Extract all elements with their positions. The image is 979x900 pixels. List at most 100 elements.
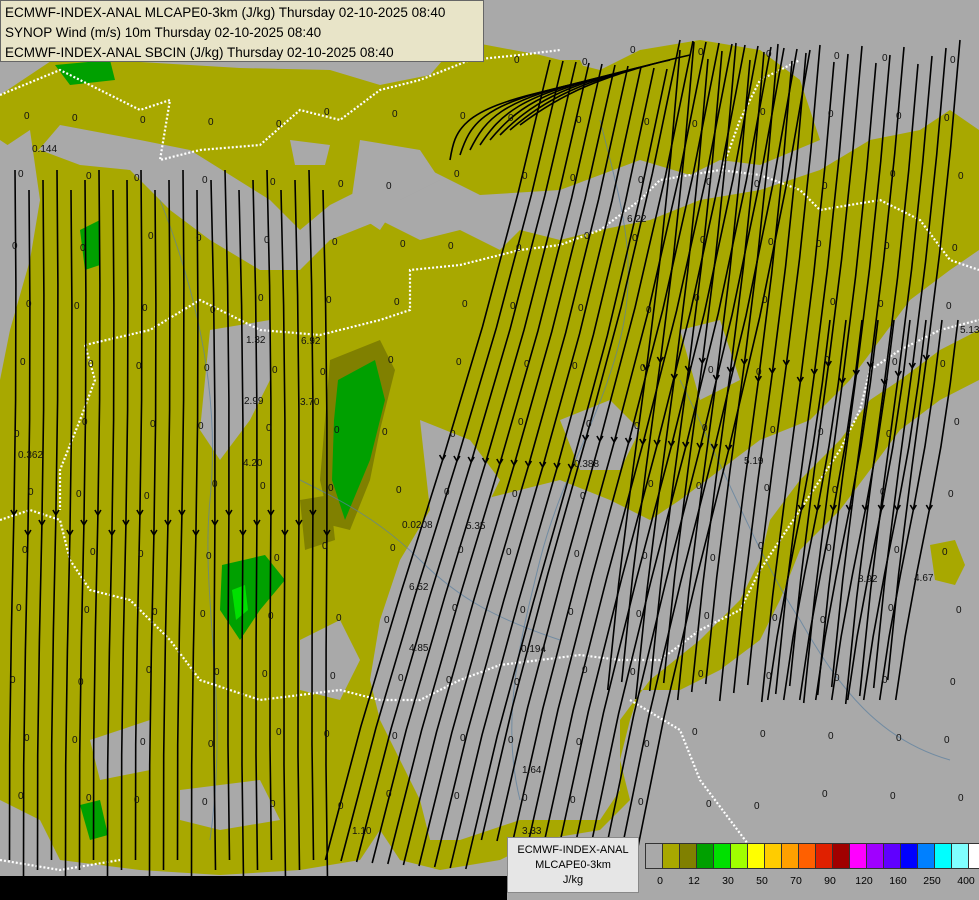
station-value-zero: 0 — [140, 737, 146, 748]
station-value-zero: 0 — [270, 799, 276, 810]
station-value: 4.85 — [409, 643, 429, 654]
legend-tick-label: 160 — [889, 875, 907, 887]
station-value-zero: 0 — [768, 237, 774, 248]
legend-swatch — [646, 844, 663, 868]
station-value-zero: 0 — [770, 425, 776, 436]
station-value-zero: 0 — [202, 175, 208, 186]
station-value-zero: 0 — [820, 615, 826, 626]
station-value-zero: 0 — [208, 739, 214, 750]
station-value-zero: 0 — [896, 111, 902, 122]
legend-tick-label: 50 — [756, 875, 768, 887]
title-line-cape: ECMWF-INDEX-ANAL MLCAPE0-3km (J/kg) Thur… — [5, 5, 446, 20]
station-value-zero: 0 — [950, 55, 956, 66]
station-value-zero: 0 — [646, 305, 652, 316]
legend-swatch — [901, 844, 918, 868]
station-value-zero: 0 — [834, 51, 840, 62]
station-value-zero: 0 — [206, 551, 212, 562]
station-value-zero: 0 — [24, 111, 30, 122]
station-value-zero: 0 — [648, 479, 654, 490]
station-value-zero: 0 — [76, 489, 82, 500]
station-value-zero: 0 — [754, 801, 760, 812]
legend-tick-label: 90 — [824, 875, 836, 887]
station-value-zero: 0 — [826, 543, 832, 554]
station-value-zero: 0 — [944, 735, 950, 746]
station-value-zero: 0 — [274, 553, 280, 564]
station-value-zero: 0 — [326, 295, 332, 306]
station-value-zero: 0 — [258, 293, 264, 304]
legend-tick-label: 70 — [790, 875, 802, 887]
station-value-zero: 0 — [324, 729, 330, 740]
legend-swatch — [714, 844, 731, 868]
station-value-zero: 0 — [760, 107, 766, 118]
station-value-zero: 0 — [446, 675, 452, 686]
station-value: 1.10 — [352, 826, 372, 837]
station-value-zero: 0 — [394, 297, 400, 308]
station-value-zero: 0 — [772, 613, 778, 624]
station-value-zero: 0 — [384, 615, 390, 626]
station-value-zero: 0 — [574, 549, 580, 560]
station-value-zero: 0 — [704, 611, 710, 622]
station-value-zero: 0 — [78, 677, 84, 688]
station-value-zero: 0 — [568, 607, 574, 618]
station-value-zero: 0 — [760, 729, 766, 740]
station-value-zero: 0 — [386, 181, 392, 192]
station-value-zero: 0 — [338, 801, 344, 812]
station-value-zero: 0 — [390, 543, 396, 554]
legend-swatch — [782, 844, 799, 868]
legend-swatch — [799, 844, 816, 868]
station-value-zero: 0 — [756, 367, 762, 378]
station-value-zero: 0 — [398, 673, 404, 684]
station-value-zero: 0 — [570, 173, 576, 184]
station-value-zero: 0 — [514, 55, 520, 66]
station-value-zero: 0 — [144, 491, 150, 502]
station-value-zero: 0 — [514, 677, 520, 688]
station-value-zero: 0 — [276, 727, 282, 738]
station-value-zero: 0 — [524, 359, 530, 370]
station-value-zero: 0 — [764, 483, 770, 494]
station-value-zero: 0 — [198, 421, 204, 432]
station-value-zero: 0 — [892, 357, 898, 368]
station-value-zero: 0 — [956, 605, 962, 616]
legend-swatch — [918, 844, 935, 868]
station-value-zero: 0 — [522, 793, 528, 804]
station-value-zero: 0 — [576, 115, 582, 126]
station-value-zero: 0 — [754, 179, 760, 190]
station-value-zero: 0 — [262, 669, 268, 680]
station-value-zero: 0 — [822, 789, 828, 800]
station-value-zero: 0 — [142, 303, 148, 314]
station-value-zero: 0 — [640, 363, 646, 374]
station-value-zero: 0 — [882, 53, 888, 64]
legend-swatch — [765, 844, 782, 868]
station-value-zero: 0 — [86, 793, 92, 804]
station-value-zero: 0 — [694, 293, 700, 304]
station-value-zero: 0 — [706, 799, 712, 810]
station-value: 0.0208 — [402, 520, 433, 531]
map-viewport[interactable]: 0 0 0 0 0 0 0 0 0 0 0 0 0 0 0 0 0 0 0 0 0 0 0 0 0 0 0 0 0 0 0 0 0 0 0 0 0 0 0 0… — [0, 0, 979, 900]
station-value-zero: 0 — [698, 669, 704, 680]
station-value-zero: 0 — [708, 365, 714, 376]
legend-unit: J/kg — [562, 874, 584, 886]
station-value-zero: 0 — [828, 731, 834, 742]
station-value-zero: 0 — [824, 355, 830, 366]
station-value-zero: 0 — [766, 49, 772, 60]
station-value-zero: 0 — [210, 305, 216, 316]
station-value-zero: 0 — [268, 611, 274, 622]
station-value-zero: 0 — [832, 485, 838, 496]
station-value-zero: 0 — [638, 797, 644, 808]
legend-swatch — [731, 844, 748, 868]
legend-tick-label: 120 — [855, 875, 873, 887]
station-value-zero: 0 — [392, 109, 398, 120]
legend-swatch — [697, 844, 714, 868]
station-value: 5.35 — [466, 521, 486, 532]
station-value-zero: 0 — [890, 169, 896, 180]
station-value-zero: 0 — [74, 301, 80, 312]
station-value-zero: 0 — [16, 603, 22, 614]
station-value-zero: 0 — [828, 109, 834, 120]
station-value-zero: 0 — [134, 173, 140, 184]
station-value-zero: 0 — [134, 795, 140, 806]
station-value-zero: 0 — [10, 675, 16, 686]
station-value-zero: 0 — [12, 241, 18, 252]
station-value-zero: 0 — [196, 233, 202, 244]
legend-swatch — [816, 844, 833, 868]
station-value-zero: 0 — [86, 171, 92, 182]
